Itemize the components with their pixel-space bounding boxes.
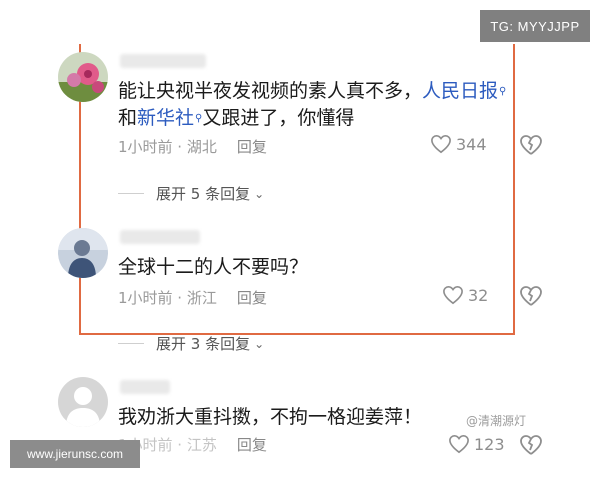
- site-badge: www.jierunsc.com: [10, 440, 140, 468]
- expand-replies-button[interactable]: 展开 3 条回复 ⌄: [118, 333, 264, 354]
- like-button[interactable]: 32: [442, 285, 488, 305]
- avatar[interactable]: [58, 52, 108, 102]
- reply-button[interactable]: 回复: [237, 136, 267, 157]
- divider: [118, 343, 144, 344]
- avatar[interactable]: [58, 377, 108, 427]
- comment-meta: 1小时前 · 浙江 回复: [118, 287, 267, 308]
- time-location: 1小时前 · 浙江: [118, 289, 217, 307]
- like-count: 123: [474, 434, 505, 454]
- comment-text: 我劝浙大重抖擞，不拘一格迎姜萍！: [118, 406, 423, 428]
- expand-replies-button[interactable]: 展开 5 条回复 ⌄: [118, 183, 264, 204]
- time-location: 1小时前 · 湖北: [118, 138, 217, 156]
- watermark: @清潮源灯: [466, 414, 527, 428]
- comment-meta: 1小时前 · 江苏 回复: [118, 434, 267, 455]
- dislike-button[interactable]: [519, 134, 543, 160]
- username-blurred[interactable]: [120, 54, 206, 68]
- heart-icon: [431, 134, 451, 154]
- chevron-down-icon: ⌄: [254, 186, 265, 201]
- broken-heart-icon: [520, 435, 542, 455]
- mention-link[interactable]: 人民日报: [422, 80, 498, 102]
- broken-heart-icon: [520, 135, 542, 155]
- reply-button[interactable]: 回复: [237, 287, 267, 308]
- like-button[interactable]: 123: [448, 434, 505, 454]
- dislike-button[interactable]: [519, 434, 543, 460]
- divider: [118, 193, 144, 194]
- username-blurred[interactable]: [120, 380, 170, 394]
- comment-text: 能让央视半夜发视频的素人真不多，人民日报⚲ 和新华社⚲又跟进了，你懂得: [118, 80, 507, 129]
- heart-icon: [449, 434, 469, 454]
- like-count: 344: [456, 134, 487, 154]
- like-count: 32: [468, 285, 489, 305]
- chevron-down-icon: ⌄: [254, 336, 265, 351]
- comment-text: 全球十二的人不要吗？: [118, 256, 309, 278]
- reply-button[interactable]: 回复: [237, 434, 267, 455]
- tg-badge: TG: MYYJJPP: [480, 10, 590, 42]
- username-blurred[interactable]: [120, 230, 200, 244]
- like-button[interactable]: 344: [430, 134, 487, 154]
- comment-meta: 1小时前 · 湖北 回复: [118, 136, 267, 157]
- dislike-button[interactable]: [519, 285, 543, 311]
- avatar[interactable]: [58, 228, 108, 278]
- heart-icon: [443, 285, 463, 305]
- search-icon: ⚲: [499, 86, 507, 97]
- broken-heart-icon: [520, 286, 542, 306]
- mention-link[interactable]: 新华社: [137, 107, 194, 129]
